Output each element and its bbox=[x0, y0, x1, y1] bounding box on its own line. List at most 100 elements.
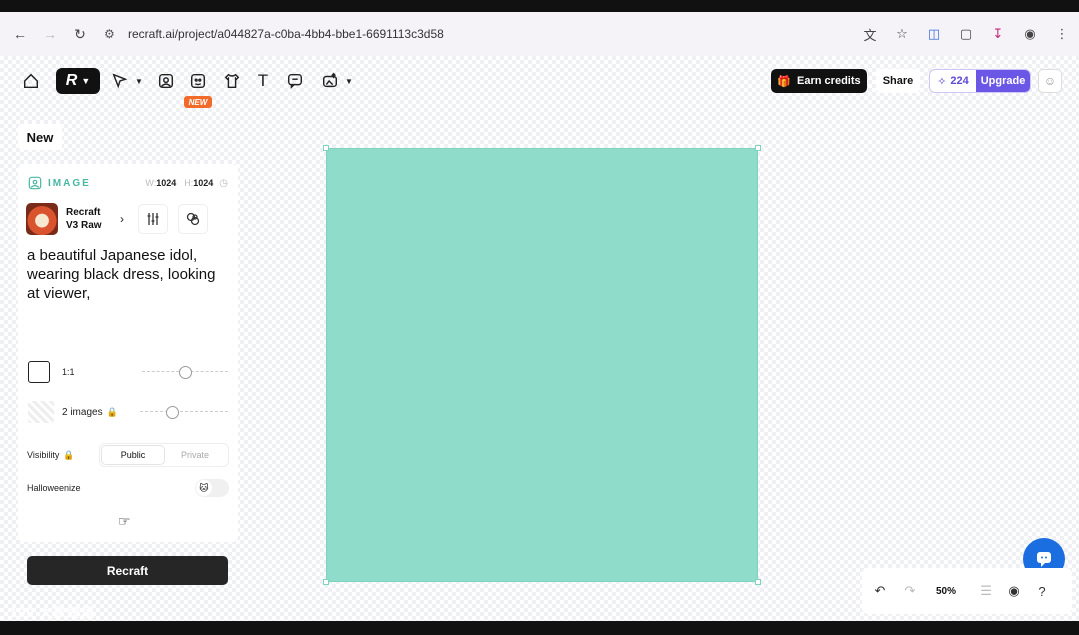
url-text: recraft.ai/project/a044827a-c0ba-4bb4-bb… bbox=[128, 27, 444, 41]
import-image-tool[interactable]: ▼ bbox=[318, 68, 356, 94]
translate-extension-icon[interactable]: ◫ bbox=[925, 25, 943, 43]
lock-icon: 🔒 bbox=[63, 449, 75, 460]
images-grid-icon bbox=[28, 401, 54, 423]
aspect-ratio-slider[interactable] bbox=[142, 366, 228, 379]
visibility-private-option[interactable]: Private bbox=[164, 446, 226, 464]
back-icon[interactable]: ← bbox=[10, 24, 30, 44]
chevron-down-icon: ▼ bbox=[345, 76, 353, 86]
tshirt-tool-icon[interactable] bbox=[222, 68, 242, 94]
upgrade-button[interactable]: Upgrade bbox=[976, 70, 1030, 92]
width-value: 1024 bbox=[156, 178, 177, 188]
sparkle-icon: ✧ bbox=[937, 75, 947, 88]
browser-toolbar: ← → ↻ ⚙ recraft.ai/project/a044827a-c0ba… bbox=[0, 12, 1079, 56]
reload-icon[interactable]: ↻ bbox=[70, 24, 90, 44]
lock-icon: 🔒 bbox=[106, 406, 118, 417]
watermark-text: 100 大数跨境 bbox=[10, 605, 96, 620]
width-key: W: bbox=[145, 178, 157, 188]
slider-thumb[interactable] bbox=[166, 406, 179, 419]
layers-icon[interactable]: ☰ bbox=[976, 581, 996, 601]
sliders-icon bbox=[147, 213, 159, 225]
dimensions[interactable]: W:1024 H:1024 bbox=[145, 178, 213, 188]
resize-handle-bottom-right[interactable] bbox=[755, 579, 761, 585]
user-icon: ☺ bbox=[1043, 74, 1057, 88]
panel-header: IMAGE W:1024 H:1024 ◷ bbox=[28, 176, 228, 190]
site-settings-icon[interactable]: ⚙ bbox=[104, 27, 118, 41]
visibility-toggle: Public Private bbox=[99, 443, 229, 467]
top-toolbar: R ▼ ▼ NEW T ▼ 🎁 Earn credits Share ✧ 224… bbox=[0, 56, 1079, 108]
model-name[interactable]: Recraft V3 Raw bbox=[66, 206, 116, 232]
bottom-toolbar: ↶ ↷ 50% ☰ ◉ ? bbox=[862, 568, 1072, 614]
model-name-line1: Recraft bbox=[66, 207, 101, 218]
style-palette-button[interactable] bbox=[178, 204, 208, 234]
halloweenize-label: Halloweenize bbox=[27, 483, 81, 493]
user-avatar[interactable]: ☺ bbox=[1038, 69, 1062, 93]
pumpkin-icon: 🐱 bbox=[196, 480, 212, 496]
bookmark-star-icon[interactable]: ☆ bbox=[893, 25, 911, 43]
address-bar[interactable]: ⚙ recraft.ai/project/a044827a-c0ba-4bb4-… bbox=[104, 20, 904, 48]
download-icon[interactable]: ↧ bbox=[989, 25, 1007, 43]
model-thumbnail[interactable] bbox=[26, 203, 58, 235]
extensions-icon[interactable]: ▢ bbox=[957, 25, 975, 43]
image-count-label: 2 images bbox=[62, 406, 103, 418]
recraft-logo-menu[interactable]: R ▼ bbox=[56, 68, 100, 94]
image-count-slider[interactable] bbox=[140, 406, 228, 419]
mockup-tool-icon[interactable] bbox=[188, 68, 208, 94]
comment-tool-icon[interactable] bbox=[285, 68, 305, 94]
model-selector-row: Recraft V3 Raw › bbox=[26, 200, 230, 238]
credits-count: ✧ 224 bbox=[930, 70, 976, 92]
settings-sliders-button[interactable] bbox=[138, 204, 168, 234]
share-button[interactable]: Share bbox=[876, 69, 920, 93]
halloweenize-row: Halloweenize 🐱 bbox=[27, 478, 229, 498]
chevron-right-icon[interactable]: › bbox=[120, 212, 124, 226]
recraft-app: R ▼ ▼ NEW T ▼ 🎁 Earn credits Share ✧ 224… bbox=[0, 56, 1079, 621]
resize-handle-top-left[interactable] bbox=[323, 145, 329, 151]
canvas-image-frame[interactable] bbox=[323, 145, 761, 585]
new-project-label[interactable]: New bbox=[18, 124, 62, 150]
resize-handle-top-right[interactable] bbox=[755, 145, 761, 151]
slider-thumb[interactable] bbox=[179, 366, 192, 379]
earn-credits-label: Earn credits bbox=[797, 75, 861, 87]
chevron-down-icon: ▼ bbox=[135, 76, 143, 86]
aspect-ratio-label: 1:1 bbox=[62, 367, 75, 377]
hand-cursor-icon: ☞ bbox=[118, 513, 131, 529]
chat-icon bbox=[1037, 552, 1051, 567]
browser-menu-icon[interactable]: ⋮ bbox=[1053, 25, 1071, 43]
earn-credits-button[interactable]: 🎁 Earn credits bbox=[771, 69, 867, 93]
image-tool-icon[interactable] bbox=[156, 68, 176, 94]
community-icon[interactable]: ◉ bbox=[1004, 581, 1024, 601]
prompt-input[interactable]: a beautiful Japanese idol, wearing black… bbox=[27, 246, 231, 303]
palette-icon bbox=[186, 212, 200, 226]
halloweenize-toggle[interactable]: 🐱 bbox=[195, 479, 229, 497]
height-value: 1024 bbox=[193, 178, 214, 188]
recraft-generate-button[interactable]: Recraft bbox=[27, 556, 228, 585]
visibility-label: Visibility bbox=[27, 450, 60, 460]
gift-icon: 🎁 bbox=[777, 75, 792, 88]
image-generation-panel: IMAGE W:1024 H:1024 ◷ Recraft V3 Raw › a… bbox=[18, 164, 238, 585]
redo-icon[interactable]: ↷ bbox=[900, 581, 920, 601]
visibility-public-option[interactable]: Public bbox=[102, 446, 164, 464]
visibility-row: Visibility 🔒 Public Private bbox=[27, 442, 229, 468]
aspect-ratio-icon[interactable] bbox=[28, 361, 50, 383]
select-tool[interactable]: ▼ bbox=[108, 68, 146, 94]
recraft-logo-icon: R bbox=[65, 72, 78, 89]
image-count-row: 2 images 🔒 bbox=[28, 400, 228, 424]
credits-value: 224 bbox=[950, 75, 969, 87]
help-icon[interactable]: ? bbox=[1032, 581, 1052, 601]
translate-icon[interactable]: 文 bbox=[861, 25, 879, 43]
undo-icon[interactable]: ↶ bbox=[870, 581, 890, 601]
slider-track bbox=[140, 411, 228, 412]
history-clock-icon[interactable]: ◷ bbox=[219, 178, 228, 189]
resize-handle-bottom-left[interactable] bbox=[323, 579, 329, 585]
credits-widget[interactable]: ✧ 224 Upgrade bbox=[929, 69, 1031, 93]
new-badge: NEW bbox=[184, 96, 212, 108]
chevron-down-icon: ▼ bbox=[81, 76, 91, 86]
profile-icon[interactable]: ◉ bbox=[1021, 25, 1039, 43]
text-tool-icon[interactable]: T bbox=[254, 68, 272, 94]
zoom-level[interactable]: 50% bbox=[936, 586, 956, 597]
model-name-line2: V3 Raw bbox=[66, 220, 102, 231]
screen-top-edge bbox=[0, 0, 1079, 12]
home-icon[interactable] bbox=[20, 68, 42, 94]
screen-bottom-edge bbox=[0, 621, 1079, 635]
forward-icon[interactable]: → bbox=[40, 24, 60, 44]
height-key: H: bbox=[184, 178, 194, 188]
